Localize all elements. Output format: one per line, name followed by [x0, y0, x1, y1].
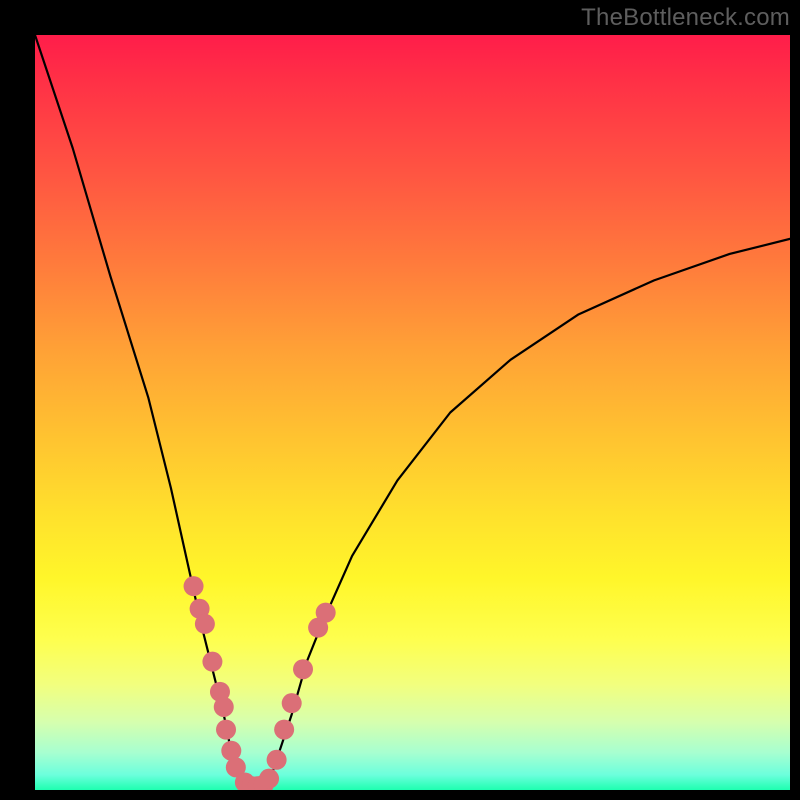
highlight-dot — [282, 693, 302, 713]
highlight-dot — [195, 614, 215, 634]
highlight-dot — [267, 750, 287, 770]
highlight-dot — [216, 720, 236, 740]
highlight-dot — [214, 697, 234, 717]
chart-svg — [35, 35, 790, 790]
highlight-dot — [316, 603, 336, 623]
highlight-dot — [259, 769, 279, 789]
watermark-label: TheBottleneck.com — [581, 4, 790, 32]
plot-area — [35, 35, 790, 790]
chart-frame: TheBottleneck.com — [0, 0, 800, 800]
highlight-dot — [202, 652, 222, 672]
highlight-dot — [274, 720, 294, 740]
highlight-dot — [184, 576, 204, 596]
highlight-dot — [293, 659, 313, 679]
highlight-dots-group — [184, 576, 336, 790]
bottleneck-curve — [35, 35, 790, 790]
